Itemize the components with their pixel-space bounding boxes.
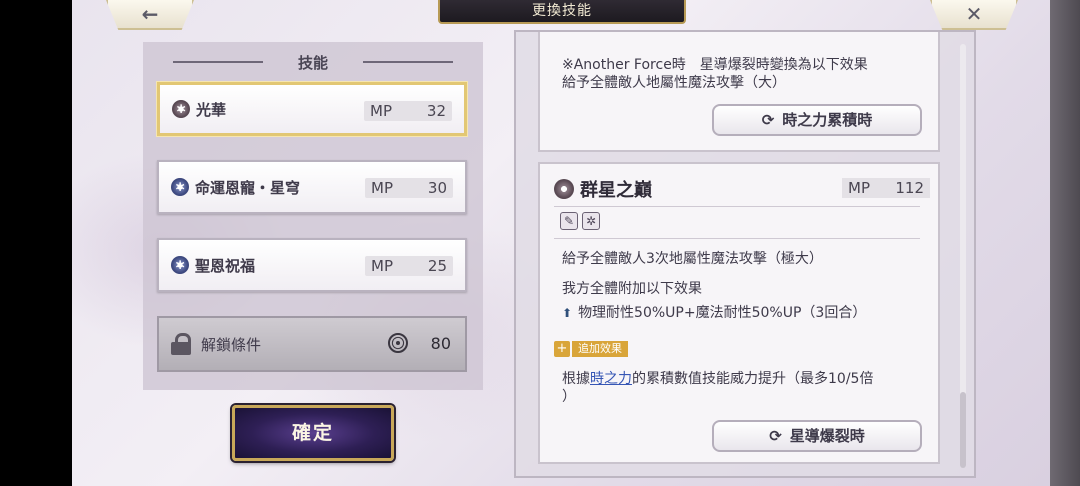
af-effect-card: ※Another Force時 星導爆裂時變換為以下效果 給予全體敵人地屬性魔法… — [538, 32, 940, 152]
ornament-left — [173, 61, 263, 63]
page-title: 更換技能 — [438, 0, 686, 24]
back-button[interactable]: ← — [106, 0, 194, 30]
button-label: 星導爆裂時 — [789, 427, 865, 445]
buff-text: 物理耐性50%UP+魔法耐性50%UP（3回合） — [578, 305, 867, 321]
time-force-link[interactable]: 時之力 — [590, 371, 632, 387]
skill-name: 光華 — [196, 100, 227, 119]
back-arrow-icon: ← — [141, 2, 159, 26]
af-skill-desc-1: 給予全體敵人3次地屬性魔法攻擊（極大） — [562, 251, 823, 267]
skill-mp: MP 30 — [365, 178, 453, 198]
time-force-swirl-icon — [388, 333, 408, 353]
skill-item-3[interactable]: ✲ 聖恩祝福 MP 25 — [157, 238, 467, 292]
mp-value: 32 — [426, 102, 446, 120]
extra-effect-label: 追加效果 — [572, 341, 628, 357]
close-icon: ✕ — [965, 2, 983, 26]
ornament-right — [363, 61, 453, 63]
skill-name: 聖恩祝福 — [195, 256, 256, 275]
af-effect-text-1: ※Another Force時 星導爆裂時變換為以下效果 — [562, 57, 868, 73]
extra-effect-text: 根據時之力的累積數值技能威力提升（最多10/5倍 — [562, 368, 873, 388]
unlock-condition-label: 解鎖條件 — [201, 335, 262, 354]
mp-label: MP — [371, 179, 393, 197]
af-skill-title: 群星之巔 — [554, 176, 652, 202]
earth-element-icon: ✲ — [582, 212, 600, 230]
plus-icon: + — [554, 341, 570, 357]
mp-value: 25 — [427, 257, 447, 275]
unlock-condition-value: 80 — [430, 334, 451, 353]
extra-effect-text-tail: ） — [562, 389, 576, 405]
refresh-icon: ⟳ — [761, 111, 775, 129]
mp-label: MP — [371, 257, 393, 275]
blue-star-icon: ✲ — [171, 256, 189, 274]
blue-star-icon: ✲ — [171, 178, 189, 196]
locked-skill-item[interactable]: 解鎖條件 80 — [157, 316, 467, 372]
extra-effect-badge: + 追加效果 — [554, 340, 628, 358]
magic-attack-icon: ✎ — [560, 212, 578, 230]
skill-list-title: 技能 — [297, 54, 328, 72]
brown-star-icon — [554, 179, 574, 199]
star-burst-button[interactable]: ⟳ 星導爆裂時 — [712, 420, 922, 452]
af-skill-desc-2: 我方全體附加以下效果 — [562, 281, 702, 297]
extra-text-post: 的累積數值技能威力提升（最多10/5倍 — [632, 371, 874, 387]
skill-detail-panel: ※Another Force時 星導爆裂時變換為以下效果 給予全體敵人地屬性魔法… — [514, 30, 976, 478]
skill-item-1[interactable]: ✲ 光華 MP 32 — [157, 82, 467, 136]
button-label: 時之力累積時 — [782, 111, 873, 129]
divider — [554, 206, 920, 207]
mp-label: MP — [370, 102, 392, 120]
skill-list-panel: 技能 ✲ 光華 MP 32 ✲ 命運恩寵・星穹 MP 30 ✲ 聖恩祝福 MP … — [143, 42, 483, 390]
skill-name: 命運恩寵・星穹 — [195, 178, 301, 197]
af-effect-text-2: 給予全體敵人地屬性魔法攻擊（大） — [562, 75, 786, 91]
confirm-button[interactable]: 確定 — [232, 405, 394, 461]
buff-up-icon: ⬆ — [562, 306, 573, 320]
mp-value: 112 — [895, 179, 924, 197]
close-button[interactable]: ✕ — [930, 0, 1018, 30]
skill-mp: MP 32 — [364, 101, 452, 121]
skill-mp: MP 25 — [365, 256, 453, 276]
af-skill-buff: ⬆ 物理耐性50%UP+魔法耐性50%UP（3回合） — [562, 302, 866, 322]
extra-text-pre: 根據 — [562, 371, 590, 387]
skill-tags: ✎ ✲ — [560, 212, 600, 230]
af-skill-card: 群星之巔 MP 112 ✎ ✲ 給予全體敵人3次地屬性魔法攻擊（極大） 我方全體… — [538, 162, 940, 464]
brown-star-icon: ✲ — [172, 100, 190, 118]
side-bezel — [1050, 0, 1080, 486]
skill-item-2[interactable]: ✲ 命運恩寵・星穹 MP 30 — [157, 160, 467, 214]
skill-list-header: 技能 — [143, 52, 483, 73]
time-force-accumulate-button[interactable]: ⟳ 時之力累積時 — [712, 104, 922, 136]
divider — [554, 238, 920, 239]
mp-value: 30 — [427, 179, 447, 197]
af-skill-mp: MP 112 — [842, 178, 930, 198]
game-screen: ← 更換技能 ✕ 技能 ✲ 光華 MP 32 ✲ 命運恩寵・星穹 MP 30 ✲… — [72, 0, 1050, 486]
refresh-icon: ⟳ — [769, 427, 782, 445]
mp-label: MP — [848, 179, 870, 197]
af-skill-name: 群星之巔 — [580, 180, 652, 201]
lock-icon — [171, 333, 191, 355]
scrollbar-thumb[interactable] — [960, 392, 966, 468]
